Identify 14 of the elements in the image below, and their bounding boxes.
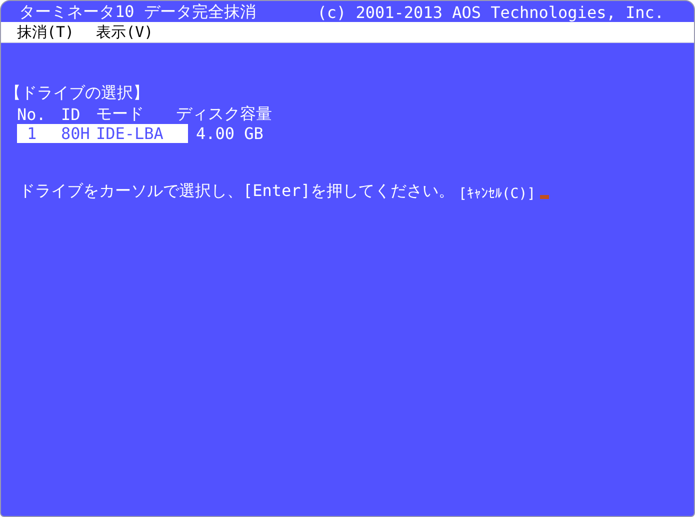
copyright-text: (c) 2001-2013 AOS Technologies, Inc. xyxy=(317,2,664,22)
drive-row[interactable]: 1 80H IDE-LBA xyxy=(17,124,188,143)
instruction-text: ドライブをカーソルで選択し、[Enter]を押してください。 xyxy=(19,181,454,202)
column-header: モード xyxy=(96,104,145,125)
column-header: No. xyxy=(17,105,47,124)
menu-item[interactable]: 抹消(T) xyxy=(17,22,74,42)
table-cell-text: 4.00 GB xyxy=(195,124,264,143)
column-header: ID xyxy=(61,105,82,124)
menu-item[interactable]: 表示(V) xyxy=(96,22,154,42)
text-cursor xyxy=(540,195,549,199)
section-title: 【ドライブの選択】 xyxy=(5,83,150,104)
column-header: ディスク容量 xyxy=(176,104,273,125)
cancel-option[interactable]: [ｷｬﾝｾﾙ(C)] xyxy=(458,186,536,202)
window-title: ターミネータ10 データ完全抹消 xyxy=(19,2,256,22)
